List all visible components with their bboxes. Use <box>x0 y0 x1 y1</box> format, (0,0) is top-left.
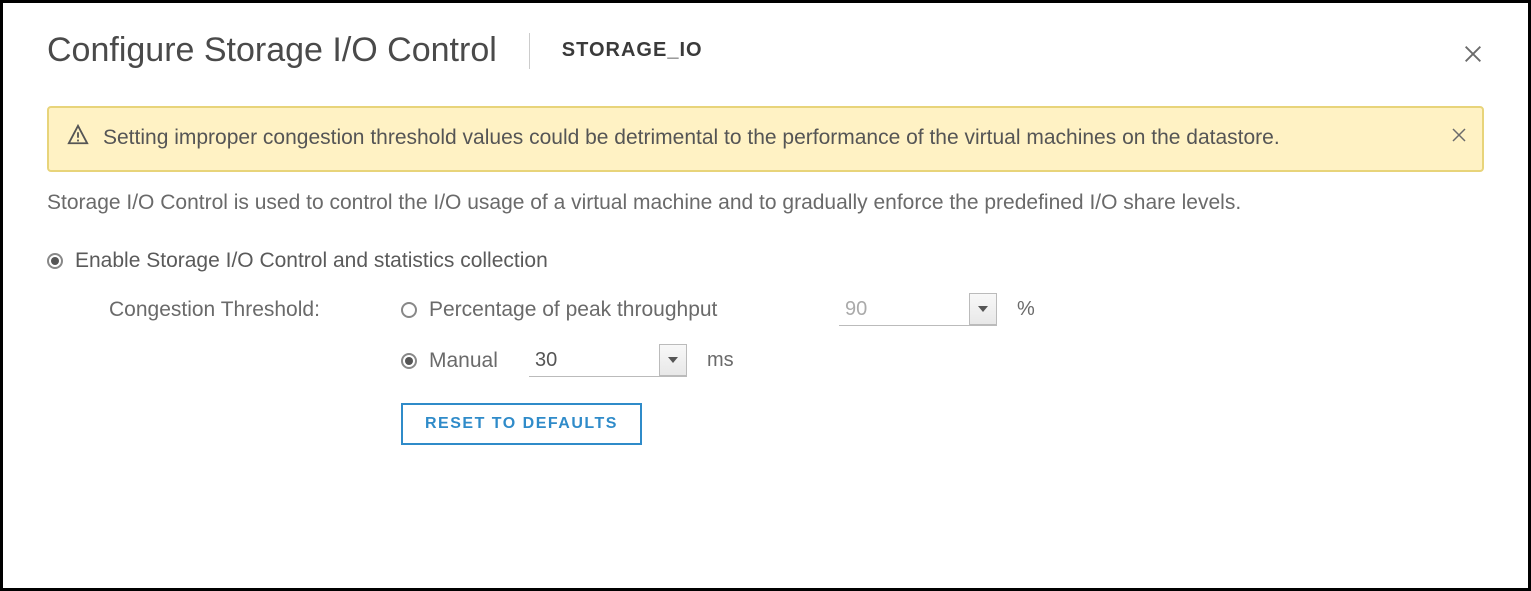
congestion-threshold-label: Congestion Threshold: <box>109 298 401 322</box>
enable-storage-io-radio[interactable] <box>47 253 63 269</box>
enable-storage-io-option[interactable]: Enable Storage I/O Control and statistic… <box>47 249 1484 273</box>
percentage-threshold-label: Percentage of peak throughput <box>429 298 829 322</box>
percentage-stepper[interactable] <box>969 293 997 325</box>
header-divider <box>529 33 530 69</box>
percentage-input-group <box>839 293 997 326</box>
warning-text: Setting improper congestion threshold va… <box>103 122 1464 154</box>
description-text: Storage I/O Control is used to control t… <box>47 186 1484 220</box>
percentage-threshold-row: Congestion Threshold: Percentage of peak… <box>109 293 1484 326</box>
percentage-threshold-radio[interactable] <box>401 302 417 318</box>
chevron-down-icon <box>668 357 678 363</box>
manual-stepper[interactable] <box>659 344 687 376</box>
manual-threshold-row: Manual ms <box>109 344 1484 377</box>
manual-threshold-radio[interactable] <box>401 353 417 369</box>
manual-input-group <box>529 344 687 377</box>
manual-unit: ms <box>707 349 734 372</box>
close-icon <box>1450 126 1468 144</box>
close-dialog-button[interactable] <box>1462 43 1484 70</box>
chevron-down-icon <box>978 306 988 312</box>
close-icon <box>1462 43 1484 65</box>
enable-storage-io-label: Enable Storage I/O Control and statistic… <box>75 249 548 273</box>
percentage-unit: % <box>1017 298 1035 321</box>
percentage-input[interactable] <box>839 294 969 325</box>
dismiss-alert-button[interactable] <box>1450 122 1468 154</box>
configure-storage-io-dialog: Configure Storage I/O Control STORAGE_IO… <box>0 0 1531 591</box>
congestion-threshold-group: Congestion Threshold: Percentage of peak… <box>47 293 1484 377</box>
manual-input[interactable] <box>529 345 659 376</box>
reset-to-defaults-button[interactable]: RESET TO DEFAULTS <box>401 403 642 445</box>
dialog-subtitle: STORAGE_IO <box>562 39 703 62</box>
warning-icon <box>67 124 89 156</box>
warning-alert: Setting improper congestion threshold va… <box>47 106 1484 172</box>
manual-threshold-label: Manual <box>429 349 519 373</box>
dialog-title: Configure Storage I/O Control <box>47 31 529 70</box>
dialog-header: Configure Storage I/O Control STORAGE_IO <box>47 31 1484 70</box>
